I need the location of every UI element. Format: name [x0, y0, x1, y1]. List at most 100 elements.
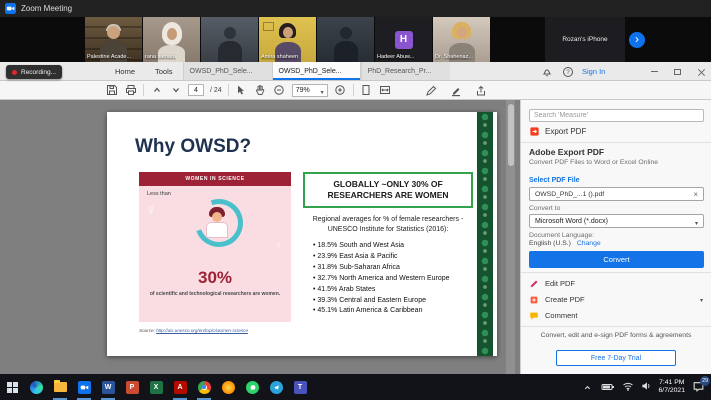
zoom-out-icon[interactable]	[273, 84, 286, 97]
powerpoint-icon[interactable]: P	[120, 374, 144, 400]
wifi-icon[interactable]	[622, 378, 634, 396]
pdf-page: Why OWSD? WOMEN IN SCIENCE Less than 30%…	[107, 112, 497, 356]
infographic-caption: of scientific and technological research…	[149, 291, 281, 298]
start-button[interactable]	[0, 374, 24, 400]
tool-description: Convert PDF Files to Word or Excel Onlin…	[529, 159, 697, 168]
sign-in-button[interactable]: Sign In	[582, 67, 605, 76]
free-trial-button[interactable]: Free 7-Day Trial	[556, 350, 676, 366]
search-input[interactable]	[529, 109, 704, 122]
battery-icon[interactable]	[601, 378, 615, 396]
home-tab[interactable]: Home	[105, 62, 145, 80]
zoom-app-icon[interactable]	[72, 374, 96, 400]
page-number-input[interactable]: 4	[188, 84, 204, 96]
zoom-in-icon[interactable]	[334, 84, 347, 97]
recording-indicator[interactable]: Recording...	[6, 65, 62, 79]
select-pdf-file-link[interactable]: Select PDF File	[529, 177, 580, 184]
zoom-logo-icon	[5, 3, 16, 14]
pen-icon[interactable]	[424, 84, 437, 97]
create-pdf-row[interactable]: Create PDF	[521, 292, 711, 307]
document-tab-1[interactable]: OWSD_PhD_Sele...	[183, 62, 272, 80]
chevron-down-icon	[700, 295, 703, 304]
participant-initial: H	[395, 31, 413, 49]
document-tab-3[interactable]: PhD_Research_Pr...	[361, 62, 450, 80]
source-line: Source: http://uis.unesco.org/en/topic/w…	[139, 328, 299, 333]
export-pdf-icon	[529, 126, 540, 137]
infographic-lead-text: Less than	[147, 191, 171, 197]
zoom-level-select[interactable]: 79%	[292, 84, 328, 97]
remove-file-icon[interactable]: ×	[693, 190, 698, 199]
participant-name: Amira shaheen	[261, 54, 298, 60]
window-controls	[651, 62, 705, 81]
share-icon[interactable]	[474, 84, 487, 97]
vertical-scrollbar[interactable]	[506, 100, 515, 374]
clock[interactable]: 7:41 PM 6/7/2021	[659, 379, 685, 395]
toolbar-separator	[143, 84, 144, 96]
close-button[interactable]	[697, 68, 705, 76]
document-content-area: Why OWSD? WOMEN IN SCIENCE Less than 30%…	[0, 100, 711, 374]
firefox-icon[interactable]	[216, 374, 240, 400]
participant-tile-dr-shahenaz[interactable]: Dr. Shahenaz...	[433, 17, 490, 62]
panel-divider	[521, 142, 711, 143]
excel-icon[interactable]: X	[144, 374, 168, 400]
selected-file-chip[interactable]: OWSD_PhD_...1 ().pdf ×	[529, 187, 704, 201]
file-explorer-icon[interactable]	[48, 374, 72, 400]
list-item: 18.5% South and West Asia	[313, 241, 450, 252]
document-tab-2-active[interactable]: OWSD_PhD_Sele...	[272, 62, 361, 80]
word-icon[interactable]: W	[96, 374, 120, 400]
slide-title: Why OWSD?	[135, 136, 251, 158]
whatsapp-icon[interactable]	[240, 374, 264, 400]
fit-width-icon[interactable]	[379, 84, 392, 97]
promo-text: Convert, edit and e-sign PDF forms & agr…	[535, 332, 697, 341]
select-tool-icon[interactable]	[235, 84, 248, 97]
participant-tile-hadeer[interactable]: H Hadeer Abuw...	[375, 17, 432, 62]
page-next-icon[interactable]	[169, 84, 182, 97]
convert-button[interactable]: Convert	[529, 251, 704, 268]
participant-tile-amira-shaheen[interactable]: Amira shaheen	[259, 17, 316, 62]
export-pdf-header[interactable]: Export PDF	[529, 124, 586, 138]
chevron-down-icon	[321, 81, 324, 99]
volume-icon[interactable]	[641, 378, 652, 396]
page-previous-icon[interactable]	[150, 84, 163, 97]
picture-frame	[263, 22, 274, 31]
tools-tab[interactable]: Tools	[145, 62, 183, 80]
format-select[interactable]: Microsoft Word (*.docx)	[529, 214, 704, 228]
comment-row[interactable]: Comment	[521, 308, 711, 323]
telegram-icon[interactable]	[264, 374, 288, 400]
highlighter-icon[interactable]	[449, 84, 462, 97]
language-change-link[interactable]: Change	[577, 240, 601, 247]
chrome-icon[interactable]	[192, 374, 216, 400]
print-icon[interactable]	[124, 84, 137, 97]
edit-pdf-row[interactable]: Edit PDF	[521, 276, 711, 291]
source-link[interactable]: http://uis.unesco.org/en/topic/women-sci…	[156, 328, 248, 333]
hand-tool-icon[interactable]	[254, 84, 267, 97]
list-item: 32.7% North America and Western Europe	[313, 274, 450, 285]
maximize-button[interactable]	[674, 69, 681, 75]
minimize-button[interactable]	[651, 71, 658, 72]
panel-divider	[521, 272, 711, 273]
save-icon[interactable]	[105, 84, 118, 97]
edge-icon[interactable]	[24, 374, 48, 400]
panel-divider	[521, 326, 711, 327]
gallery-next-button[interactable]	[629, 32, 645, 48]
scrollbar-thumb[interactable]	[508, 104, 514, 166]
participant-tile[interactable]	[317, 17, 374, 62]
participant-tile-palestine-academy[interactable]: Palestine Acade...	[85, 17, 142, 62]
zoom-title-bar: Zoom Meeting	[0, 0, 711, 17]
participant-tile-rana-samara[interactable]: rana samara	[143, 17, 200, 62]
action-center-icon[interactable]: 29	[692, 380, 706, 394]
infographic-header: WOMEN IN SCIENCE	[139, 172, 291, 186]
edit-pdf-label: Edit PDF	[545, 279, 575, 288]
teams-icon[interactable]: T	[288, 374, 312, 400]
highlight-line-2: RESEARCHERS ARE WOMEN	[327, 190, 448, 201]
tray-expand-icon[interactable]	[581, 381, 594, 394]
bell-icon[interactable]	[540, 65, 553, 78]
tabbar-right-group: ? Sign In	[540, 62, 605, 81]
participant-tile[interactable]	[201, 17, 258, 62]
participant-tile-rozans-iphone[interactable]: Rozan's iPhone	[545, 17, 625, 62]
document-language-label: Document Language:	[529, 232, 594, 239]
help-icon[interactable]: ?	[561, 65, 574, 78]
acrobat-icon[interactable]: A	[168, 374, 192, 400]
recording-dot-icon	[12, 70, 17, 75]
female-symbol-icon	[145, 202, 157, 220]
single-page-view-icon[interactable]	[360, 84, 373, 97]
